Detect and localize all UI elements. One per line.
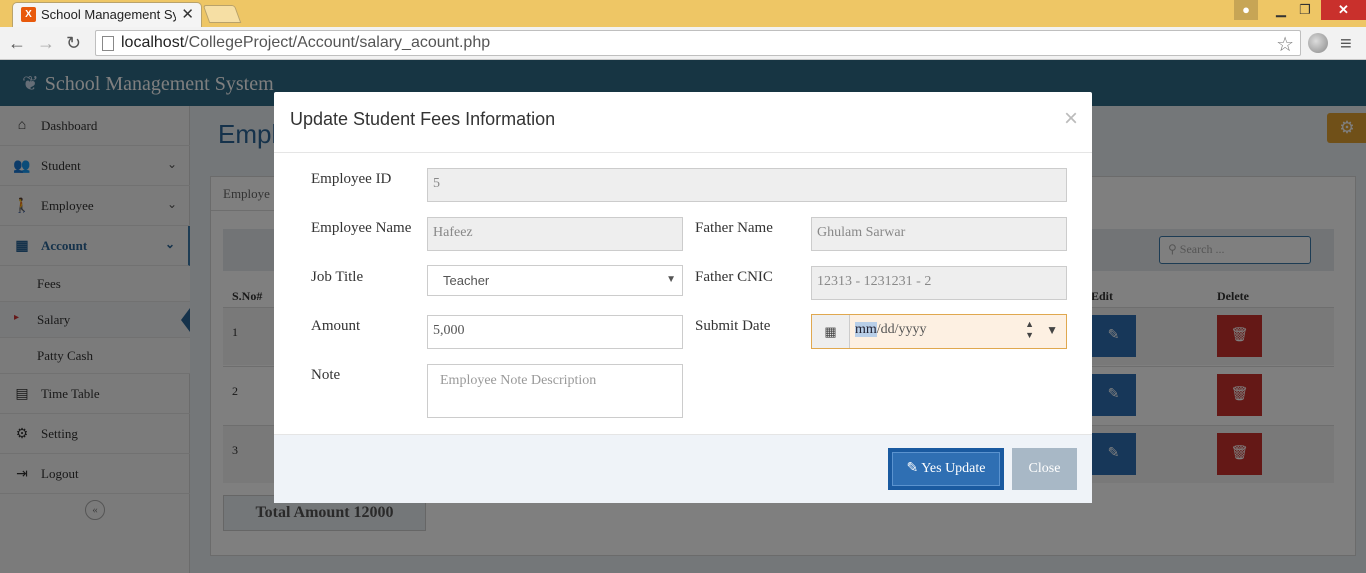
father-name-label: Father Name <box>695 220 773 236</box>
employee-id-label: Employee ID <box>311 171 392 187</box>
modal-title: Update Student Fees Information <box>290 109 556 129</box>
calendar-icon: ▦ <box>812 315 850 348</box>
dropdown-caret-icon: ▼ <box>666 274 676 285</box>
employee-name-field[interactable]: Hafeez <box>427 217 683 251</box>
address-url: localhost/CollegeProject/Account/salary_… <box>121 34 491 51</box>
note-textarea[interactable]: Employee Note Description <box>427 364 683 418</box>
date-dropdown-icon[interactable]: ▼ <box>1046 323 1058 338</box>
browser-toolbar: ← → ↻ localhost/CollegeProject/Account/s… <box>0 27 1366 60</box>
restore-icon[interactable]: ❐ <box>1290 0 1320 20</box>
browser-menu-icon[interactable]: ≡ <box>1340 33 1352 56</box>
page-icon <box>102 36 114 51</box>
back-arrow-icon[interactable]: ← <box>8 33 26 53</box>
amount-label: Amount <box>311 318 361 334</box>
employee-name-label: Employee Name <box>311 220 412 236</box>
user-profile-icon[interactable]: ● <box>1234 0 1258 20</box>
bookmark-star-icon[interactable]: ☆ <box>1276 32 1294 57</box>
modal-footer: ✎ Yes Update Close <box>274 434 1092 503</box>
reload-icon[interactable]: ↻ <box>66 33 81 53</box>
amount-field[interactable]: 5,000 <box>427 315 683 349</box>
tab-close-icon[interactable]: ✕ <box>181 5 194 23</box>
job-title-label: Job Title <box>311 269 364 285</box>
address-bar[interactable]: localhost/CollegeProject/Account/salary_… <box>95 30 1301 56</box>
modal-close-icon[interactable]: × <box>1064 107 1078 131</box>
modal-header: Update Student Fees Information × <box>274 92 1092 153</box>
father-name-field[interactable]: Ghulam Sarwar <box>811 217 1067 251</box>
update-fees-modal: Update Student Fees Information × Employ… <box>274 92 1092 503</box>
edit-icon: ✎ <box>906 461 922 476</box>
close-button[interactable]: Close <box>1012 448 1077 490</box>
browser-tab-bar: X School Management Syste ✕ ● ▁ ❐ ✕ <box>0 0 1366 27</box>
yes-update-button[interactable]: ✎ Yes Update <box>888 448 1004 490</box>
forward-arrow-icon[interactable]: → <box>37 33 55 53</box>
job-title-selected: Teacher <box>443 273 490 288</box>
submit-date-label: Submit Date <box>695 318 771 334</box>
browser-tab[interactable]: X School Management Syste ✕ <box>12 2 202 27</box>
father-cnic-field[interactable]: 12313 - 1231231 - 2 <box>811 266 1067 300</box>
xampp-favicon-icon: X <box>21 7 36 22</box>
job-title-select[interactable]: Teacher ▼ <box>427 265 683 296</box>
employee-id-field[interactable]: 5 <box>427 168 1067 202</box>
extension-icon[interactable] <box>1308 33 1328 53</box>
date-spinner-icon[interactable]: ▲ ▼ <box>1025 319 1034 341</box>
note-label: Note <box>311 367 341 383</box>
submit-date-input[interactable]: ▦ mm/dd/yyyy ▲ ▼ ▼ <box>811 314 1067 349</box>
window-close-icon[interactable]: ✕ <box>1321 0 1366 20</box>
new-tab-button[interactable] <box>202 5 242 23</box>
date-value: mm/dd/yyyy <box>855 322 927 337</box>
father-cnic-label: Father CNIC <box>695 269 773 285</box>
browser-tab-title: School Management Syste <box>41 7 176 22</box>
